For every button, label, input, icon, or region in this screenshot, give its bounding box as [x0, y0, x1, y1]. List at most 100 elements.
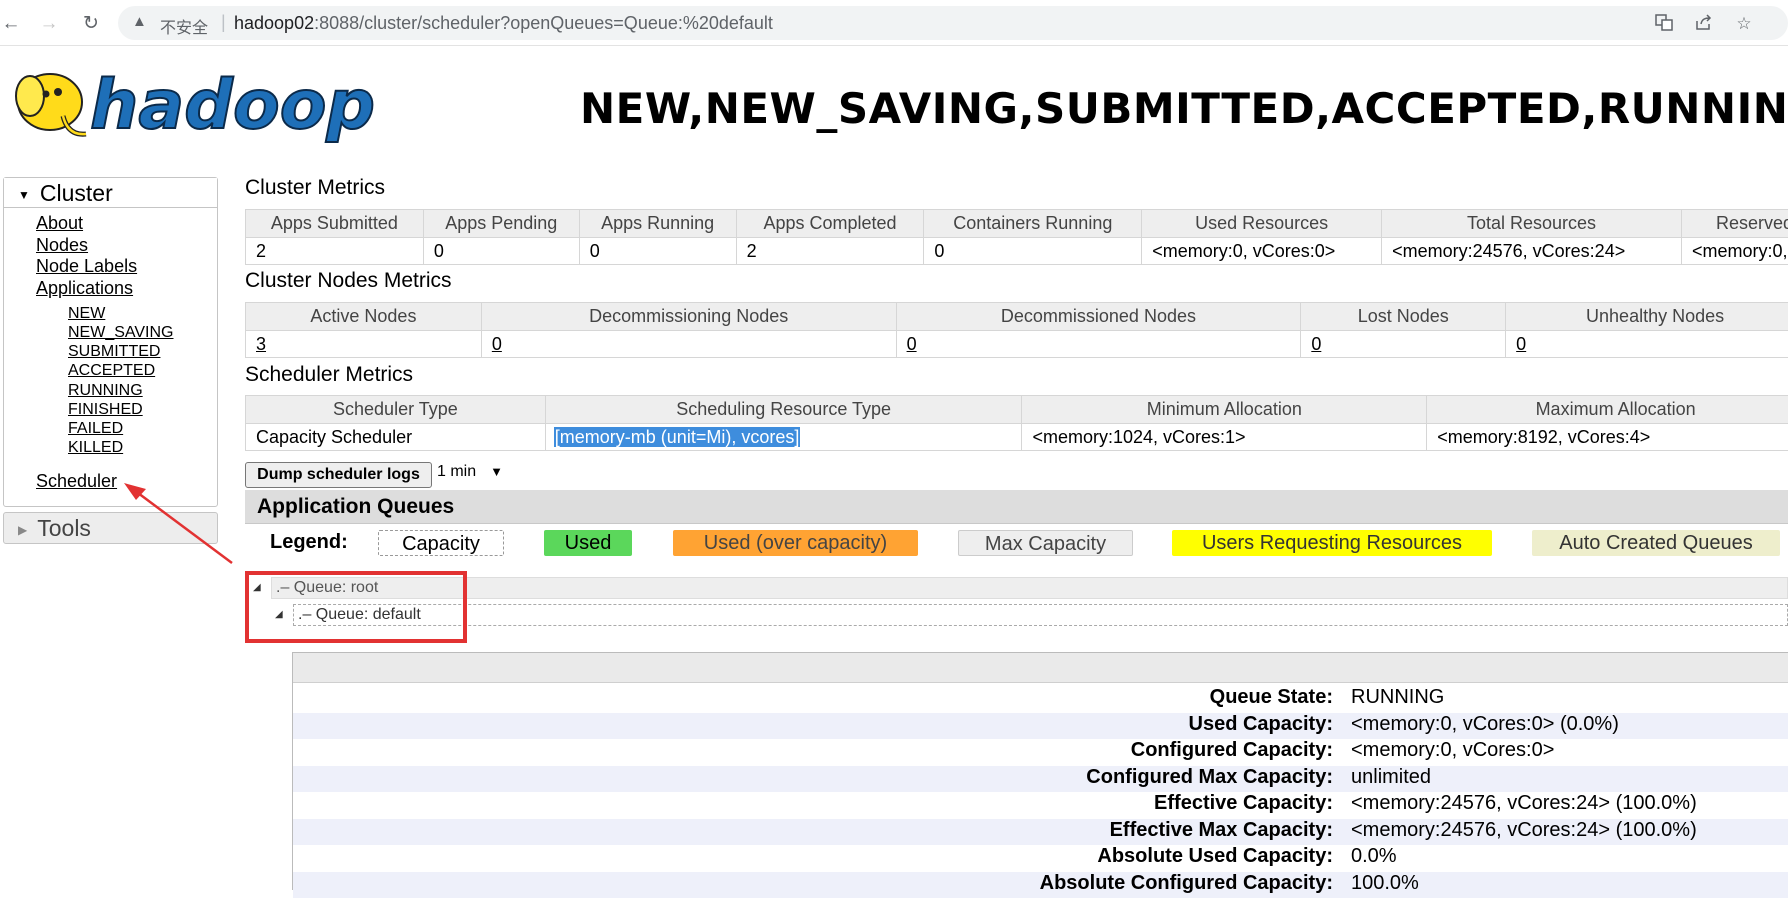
unhealthy-nodes-link[interactable]: 0: [1506, 331, 1788, 358]
scheduler-metrics-table: Scheduler Type Scheduling Resource Type …: [245, 395, 1788, 451]
sidebar-app-new-saving[interactable]: NEW_SAVING: [68, 324, 174, 342]
legend-max-capacity: Max Capacity: [958, 530, 1133, 556]
url-host: hadoop02: [234, 13, 314, 33]
sidebar-item-about[interactable]: About: [36, 213, 83, 234]
sidebar-cluster-header[interactable]: ▼Cluster: [4, 178, 217, 208]
column-header[interactable]: Total Resources: [1382, 210, 1682, 238]
logo-text: hadoop: [90, 66, 375, 145]
column-header[interactable]: Minimum Allocation: [1022, 396, 1427, 424]
legend-capacity: Capacity: [378, 530, 504, 556]
table-cell: <memory:1024, vCores:1>: [1022, 424, 1427, 451]
dump-interval-select[interactable]: 1 min▼: [437, 463, 503, 481]
detail-key: Effective Max Capacity:: [293, 819, 1333, 842]
column-header[interactable]: Decommissioning Nodes: [481, 303, 896, 331]
selected-text: [memory-mb (unit=Mi), vcores]: [554, 427, 801, 447]
detail-row: Configured Max Capacity:unlimited: [293, 766, 1788, 793]
detail-row: Absolute Configured Capacity:100.0%: [293, 872, 1788, 898]
column-header[interactable]: Scheduling Resource Type: [545, 396, 1022, 424]
column-header[interactable]: Reserved: [1681, 210, 1788, 238]
queue-default[interactable]: .– Queue: default: [293, 604, 1788, 626]
url-separator: |: [221, 12, 226, 33]
dump-interval-value: 1 min: [437, 463, 476, 480]
column-header[interactable]: Lost Nodes: [1301, 303, 1506, 331]
sidebar-cluster-label: Cluster: [40, 180, 113, 206]
legend-auto-created-queues: Auto Created Queues: [1532, 530, 1780, 556]
table-cell: Capacity Scheduler: [246, 424, 546, 451]
table-header-row: Active Nodes Decommissioning Nodes Decom…: [246, 303, 1788, 331]
translate-icon[interactable]: [1652, 12, 1676, 36]
decommissioned-nodes-link[interactable]: 0: [896, 331, 1301, 358]
table-row: 2 0 0 2 0 <memory:0, vCores:0> <memory:2…: [246, 238, 1788, 265]
url-text[interactable]: hadoop02:8088/cluster/scheduler?openQueu…: [234, 13, 773, 34]
table-row: 3 0 0 0 0: [246, 331, 1788, 358]
dump-scheduler-logs-button[interactable]: Dump scheduler logs: [245, 462, 432, 488]
insecure-label[interactable]: 不安全: [160, 14, 208, 38]
cluster-metrics-title: Cluster Metrics: [245, 176, 385, 200]
sidebar-item-applications[interactable]: Applications: [36, 278, 133, 299]
page-title: NEW,NEW_SAVING,SUBMITTED,ACCEPTED,RUNNIN…: [580, 84, 1788, 133]
nodes-metrics-title: Cluster Nodes Metrics: [245, 269, 452, 293]
table-header-row: Scheduler Type Scheduling Resource Type …: [246, 396, 1788, 424]
hadoop-logo: hadoop: [8, 56, 378, 146]
column-header[interactable]: Containers Running: [924, 210, 1142, 238]
column-header[interactable]: Apps Submitted: [246, 210, 424, 238]
forward-icon[interactable]: →: [36, 11, 62, 37]
column-header[interactable]: Apps Completed: [736, 210, 924, 238]
lost-nodes-link[interactable]: 0: [1301, 331, 1506, 358]
table-cell: 2: [246, 238, 424, 265]
column-header[interactable]: Used Resources: [1142, 210, 1382, 238]
reload-icon[interactable]: ↻: [78, 11, 104, 37]
address-bar[interactable]: ▲ 不安全 | hadoop02:8088/cluster/scheduler?…: [118, 6, 1788, 40]
legend-label: Legend:: [270, 531, 348, 554]
sidebar-app-killed[interactable]: KILLED: [68, 439, 123, 457]
decommissioning-nodes-link[interactable]: 0: [481, 331, 896, 358]
table-cell: 0: [423, 238, 579, 265]
legend-used-over-capacity: Used (over capacity): [673, 530, 918, 556]
table-cell: 0: [579, 238, 736, 265]
legend-users-requesting: Users Requesting Resources: [1172, 530, 1492, 556]
scheduler-metrics-title: Scheduler Metrics: [245, 363, 413, 387]
detail-key: Absolute Configured Capacity:: [293, 872, 1333, 895]
column-header[interactable]: Apps Pending: [423, 210, 579, 238]
cluster-metrics-table: Apps Submitted Apps Pending Apps Running…: [245, 209, 1788, 265]
sidebar-item-node-labels[interactable]: Node Labels: [36, 256, 137, 277]
bookmark-star-icon[interactable]: ☆: [1732, 12, 1756, 36]
legend-used: Used: [544, 530, 632, 556]
column-header[interactable]: Apps Running: [579, 210, 736, 238]
back-icon[interactable]: ←: [0, 11, 24, 37]
sidebar-app-new[interactable]: NEW: [68, 305, 105, 323]
application-queues-header[interactable]: Application Queues: [245, 490, 1788, 524]
sidebar-item-scheduler[interactable]: Scheduler: [36, 471, 117, 492]
sidebar-app-accepted[interactable]: ACCEPTED: [68, 362, 155, 380]
detail-key: Configured Max Capacity:: [293, 766, 1333, 789]
sidebar-app-finished[interactable]: FINISHED: [68, 401, 143, 419]
collapsed-triangle-icon: ▶: [18, 523, 27, 537]
column-header[interactable]: Active Nodes: [246, 303, 482, 331]
detail-row: Effective Max Capacity:<memory:24576, vC…: [293, 819, 1788, 846]
column-header[interactable]: Decommissioned Nodes: [896, 303, 1301, 331]
share-icon[interactable]: [1692, 12, 1716, 36]
sidebar-app-failed[interactable]: FAILED: [68, 420, 123, 438]
active-nodes-link[interactable]: 3: [246, 331, 482, 358]
sidebar-item-nodes[interactable]: Nodes: [36, 235, 88, 256]
table-cell: <memory:24576, vCores:24>: [1382, 238, 1682, 265]
sidebar-tools-label: Tools: [37, 515, 91, 541]
table-header-row: Apps Submitted Apps Pending Apps Running…: [246, 210, 1788, 238]
sidebar-app-submitted[interactable]: SUBMITTED: [68, 343, 160, 361]
table-cell: [memory-mb (unit=Mi), vcores]: [545, 424, 1022, 451]
column-header[interactable]: Maximum Allocation: [1427, 396, 1788, 424]
annotation-highlight-box: [245, 571, 467, 643]
detail-row: Effective Capacity:<memory:24576, vCores…: [293, 792, 1788, 819]
detail-value: RUNNING: [1351, 686, 1444, 709]
column-header[interactable]: Scheduler Type: [246, 396, 546, 424]
sidebar-app-running[interactable]: RUNNING: [68, 382, 143, 400]
url-path: :8088/cluster/scheduler?openQueues=Queue…: [314, 13, 773, 33]
warning-icon[interactable]: ▲: [132, 13, 147, 30]
column-header[interactable]: Unhealthy Nodes: [1506, 303, 1788, 331]
table-cell: <memory:8192, vCores:4>: [1427, 424, 1788, 451]
sidebar-tools-header[interactable]: ▶ Tools: [3, 512, 218, 544]
queue-root[interactable]: .– Queue: root: [271, 577, 1788, 599]
browser-toolbar: ← → ↻ ▲ 不安全 | hadoop02:8088/cluster/sche…: [0, 0, 1788, 46]
nodes-metrics-table: Active Nodes Decommissioning Nodes Decom…: [245, 302, 1788, 358]
detail-key: Absolute Used Capacity:: [293, 845, 1333, 868]
